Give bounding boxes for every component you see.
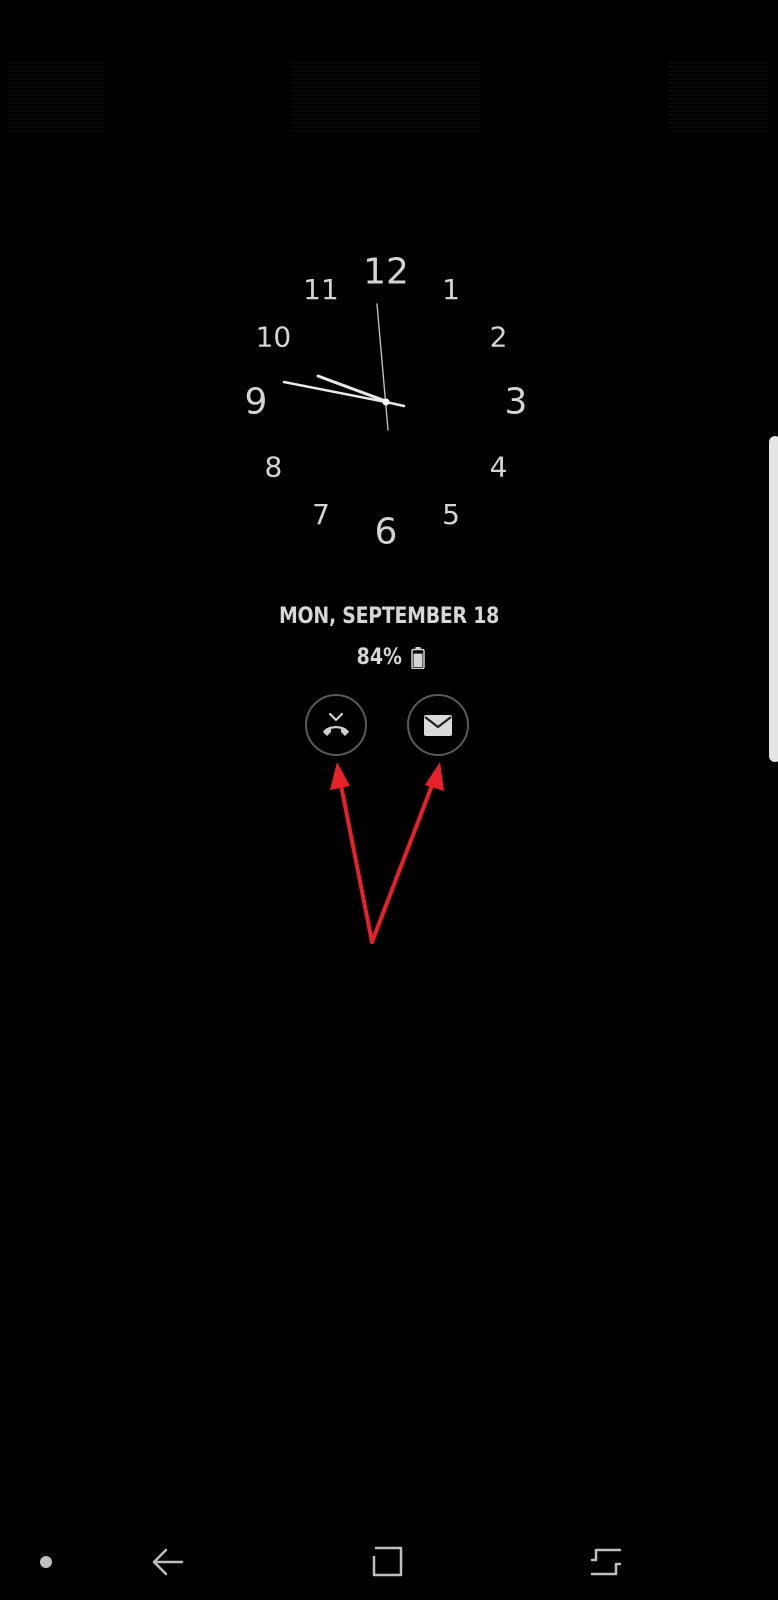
recents-icon[interactable] [588,1544,624,1580]
home-icon[interactable] [368,1543,406,1581]
nav-dot-icon[interactable] [38,1554,54,1570]
arrow-line-right [370,773,438,944]
arrow-head-right [425,762,444,791]
annotation-arrows [330,762,444,944]
arrow-line-left [337,773,374,944]
arrow-head-left [330,762,350,790]
back-icon[interactable] [150,1544,186,1580]
edge-panel-handle[interactable] [769,436,778,762]
navigation-bar [0,1500,778,1600]
